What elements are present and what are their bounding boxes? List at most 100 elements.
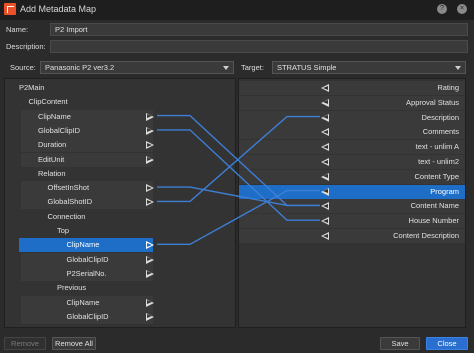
source-tree-item-label: Top — [57, 226, 70, 235]
map-arrow-right-icon[interactable] — [146, 155, 154, 164]
source-tree-item[interactable]: Previous — [5, 281, 153, 295]
map-arrow-left-icon[interactable] — [321, 98, 329, 107]
map-arrow-right-icon[interactable] — [146, 255, 154, 264]
source-tree-item[interactable]: GlobalClipID — [21, 309, 154, 324]
source-tree-item-label: ClipName — [38, 111, 71, 121]
map-arrow-right-icon[interactable] — [146, 141, 154, 150]
chevron-down-icon — [223, 66, 229, 70]
target-label: Target: — [241, 63, 264, 72]
name-field[interactable]: P2 Import — [50, 23, 468, 36]
target-select[interactable]: STRATUS Simple — [272, 61, 466, 74]
map-arrow-left-icon[interactable] — [321, 84, 329, 92]
target-field-item[interactable]: Program — [239, 184, 465, 199]
target-field-item[interactable]: text - unlim A — [239, 140, 465, 155]
target-field-item[interactable]: Description — [239, 110, 465, 125]
source-tree-item-label: ClipName — [66, 297, 100, 307]
help-icon[interactable]: ? — [437, 4, 447, 14]
target-field-item[interactable]: Content Description — [239, 229, 465, 243]
source-tree-item-label: ClipContent — [28, 97, 68, 107]
source-tree-item-label: Relation — [38, 168, 66, 178]
source-tree-item[interactable]: Duration — [21, 138, 154, 153]
source-select[interactable]: Panasonic P2 ver3.2 — [40, 61, 234, 74]
source-tree-item[interactable]: P2Main — [5, 81, 153, 95]
app-logo-icon — [4, 3, 16, 15]
source-tree-item[interactable]: OffsetInShot — [21, 181, 154, 196]
source-tree-item[interactable]: ClipName — [21, 109, 154, 124]
target-field-item[interactable]: Comments — [239, 125, 465, 140]
map-arrow-left-icon[interactable] — [321, 143, 329, 152]
target-field-item[interactable]: House Number — [239, 214, 465, 229]
map-arrow-right-icon[interactable] — [146, 198, 154, 207]
map-arrow-left-icon[interactable] — [321, 202, 329, 211]
map-arrow-right-icon[interactable] — [146, 269, 154, 278]
map-arrow-left-icon[interactable] — [321, 217, 329, 226]
map-arrow-right-icon[interactable] — [146, 298, 154, 307]
chevron-down-icon — [455, 66, 461, 70]
map-arrow-left-icon[interactable] — [321, 128, 329, 137]
description-label: Description: — [6, 42, 46, 51]
source-tree-item-label: OffsetInShot — [47, 183, 90, 193]
target-field-label: House Number — [408, 216, 459, 226]
map-arrow-right-icon[interactable] — [146, 184, 154, 193]
target-field-label: Rating — [437, 83, 459, 92]
map-arrow-right-icon[interactable] — [146, 126, 154, 135]
target-select-value: STRATUS Simple — [277, 63, 337, 72]
source-label: Source: — [10, 63, 36, 72]
map-arrow-left-icon[interactable] — [321, 172, 329, 181]
target-field-label: text - unlim A — [415, 142, 459, 152]
target-field-item[interactable]: text - unlim2 — [239, 155, 465, 169]
source-tree-item-label: Connection — [47, 211, 86, 221]
source-tree-item[interactable]: ClipContent — [5, 95, 153, 109]
map-arrow-left-icon[interactable] — [321, 187, 329, 196]
source-tree-item-label: P2Main — [19, 83, 45, 92]
source-tree-item[interactable]: P2SerialNo. — [21, 266, 154, 281]
source-tree-item-label: Previous — [57, 283, 87, 293]
target-field-label: Comments — [422, 127, 459, 137]
source-tree-panel[interactable]: P2Main ClipContent ClipName GlobalClipID Dur… — [4, 78, 236, 328]
source-tree-item-label: EditUnit — [38, 154, 65, 164]
remove-button[interactable]: Remove — [4, 337, 46, 350]
target-field-item[interactable]: Content Name — [239, 199, 465, 214]
description-field[interactable] — [50, 40, 468, 53]
source-select-value: Panasonic P2 ver3.2 — [45, 63, 115, 72]
target-field-label: Content Description — [393, 231, 459, 240]
target-field-label: Description — [421, 112, 459, 122]
source-tree-item[interactable]: Top — [5, 224, 153, 238]
source-tree-item-label: GlobalShotID — [47, 197, 93, 207]
source-tree-item[interactable]: Relation — [5, 167, 153, 181]
source-tree-item-label: GlobalClipID — [38, 125, 81, 135]
source-tree-item[interactable]: GlobalClipID — [21, 123, 154, 138]
close-button[interactable]: Close — [426, 337, 468, 350]
source-tree-item[interactable]: EditUnit — [21, 152, 154, 167]
map-arrow-right-icon[interactable] — [146, 241, 154, 250]
source-tree-item[interactable]: GlobalClipID — [21, 252, 154, 267]
close-icon[interactable]: × — [457, 4, 467, 14]
map-arrow-left-icon[interactable] — [321, 232, 329, 240]
target-field-label: Content Name — [410, 201, 459, 211]
name-label: Name: — [6, 25, 29, 34]
remove-all-button[interactable]: Remove All — [52, 337, 96, 350]
map-arrow-left-icon[interactable] — [321, 158, 329, 166]
target-field-item[interactable]: Content Type — [239, 169, 465, 184]
map-arrow-left-icon[interactable] — [321, 113, 329, 122]
source-tree-item[interactable]: ClipName — [21, 295, 154, 310]
target-field-label: Content Type — [414, 171, 459, 181]
target-field-item[interactable]: Approval Status — [239, 95, 465, 110]
save-button[interactable]: Save — [380, 337, 420, 350]
map-arrow-right-icon[interactable] — [146, 312, 154, 321]
target-field-item[interactable]: Rating — [239, 81, 465, 95]
map-arrow-right-icon[interactable] — [146, 112, 154, 121]
source-tree-item[interactable]: GlobalShotID — [21, 195, 154, 210]
target-field-panel[interactable]: Rating Approval Status Description Comments… — [238, 78, 466, 328]
title-bar: Add Metadata Map ? × — [0, 0, 474, 20]
source-tree-item-label: Duration — [38, 140, 67, 150]
target-field-label: Approval Status — [406, 97, 459, 107]
window-title: Add Metadata Map — [20, 4, 97, 14]
source-tree-item-label: ClipName — [66, 240, 100, 250]
source-tree-item-label: GlobalClipID — [66, 311, 109, 321]
source-tree-item[interactable]: Connection — [5, 210, 153, 224]
source-tree-item[interactable]: ClipName — [19, 238, 154, 253]
target-field-label: Program — [430, 186, 459, 196]
target-field-label: text - unlim2 — [418, 157, 459, 166]
source-tree-item-label: P2SerialNo. — [66, 268, 107, 278]
